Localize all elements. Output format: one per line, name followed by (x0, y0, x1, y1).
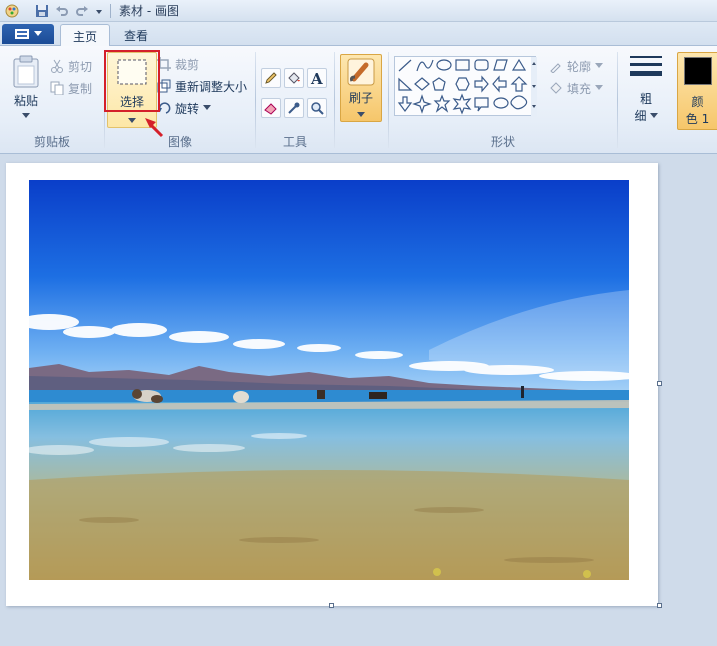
clipboard-group-label: 剪贴板 (33, 135, 70, 149)
group-separator (334, 52, 335, 148)
color1-label-line2: 色 1 (685, 112, 710, 126)
crop-button[interactable]: 裁剪 (157, 54, 199, 74)
tab-view[interactable]: 查看 (112, 24, 160, 46)
color1-label-line1: 颜 (691, 95, 704, 109)
rotate-label: 旋转 (175, 101, 200, 116)
color1-button[interactable]: 颜 色 1 (677, 52, 717, 130)
undo-icon[interactable] (54, 3, 70, 19)
cut-button[interactable]: 剪切 (50, 56, 92, 76)
resize-handle-corner[interactable] (657, 603, 662, 608)
copy-label: 复制 (68, 81, 93, 96)
chevron-down-icon (34, 31, 42, 36)
image-group-label: 图像 (167, 135, 192, 149)
title-bar: 素材 - 画图 (0, 0, 717, 22)
chevron-down-icon (595, 85, 604, 90)
tab-home-label: 主页 (73, 29, 98, 44)
paint-menu-button[interactable] (2, 24, 54, 44)
color1-swatch (683, 57, 712, 85)
size-label-line1: 粗 (639, 92, 652, 106)
paint-app-icon[interactable] (4, 3, 20, 19)
save-icon[interactable] (34, 3, 50, 19)
pencil-icon[interactable] (261, 68, 281, 88)
tools-group: A 工具 (256, 48, 334, 152)
resize-handle-right[interactable] (657, 381, 662, 386)
clipboard-icon (13, 55, 39, 88)
customize-qat-icon[interactable] (94, 3, 104, 19)
chevron-down-icon (357, 112, 365, 117)
fill-bucket-icon (550, 82, 562, 94)
chevron-down-icon (649, 112, 658, 118)
canvas-paper[interactable] (6, 163, 658, 606)
size-button[interactable]: 粗 细 (624, 54, 668, 124)
ribbon-tab-row: 主页 查看 (0, 22, 717, 47)
resize-handle-bottom[interactable] (329, 603, 334, 608)
fill-label: 填充 (567, 81, 592, 96)
tab-view-label: 查看 (124, 28, 149, 43)
chevron-down-icon (595, 63, 604, 68)
size-label-line2: 细 (634, 109, 647, 123)
shapes-group-label: 形状 (490, 135, 515, 149)
chevron-down-icon (128, 118, 136, 123)
outline-icon (550, 63, 561, 73)
copy-icon (50, 81, 64, 95)
shapes-gallery[interactable] (394, 56, 537, 117)
brushes-label: 刷子 (348, 91, 373, 105)
tools-group-label: 工具 (282, 135, 307, 149)
fill-button[interactable]: 填充 (549, 78, 604, 98)
outline-label: 轮廓 (567, 59, 592, 74)
tab-home[interactable]: 主页 (60, 24, 111, 47)
lake-landscape-photo (29, 180, 629, 580)
magnifier-icon[interactable] (307, 98, 327, 118)
cut-label: 剪切 (68, 59, 93, 74)
resize-label: 重新调整大小 (175, 79, 248, 94)
outline-button[interactable]: 轮廓 (549, 56, 604, 76)
shapes-gallery-icons (397, 57, 537, 117)
scissors-icon (51, 59, 63, 73)
svg-text:A: A (310, 71, 323, 85)
brushes-button[interactable]: 刷子 (340, 54, 382, 122)
brush-icon (347, 58, 375, 86)
paste-label: 粘贴 (13, 94, 38, 108)
shapes-group: 轮廓 填充 形状 (389, 48, 617, 152)
eraser-icon[interactable] (261, 98, 281, 118)
paste-button[interactable]: 粘贴 (6, 54, 46, 119)
chevron-down-icon (22, 113, 30, 118)
crop-label: 裁剪 (175, 57, 200, 72)
canvas-workspace (0, 155, 717, 646)
group-separator (617, 52, 618, 148)
resize-button[interactable]: 重新调整大小 (157, 76, 247, 96)
window-title: 素材 - 画图 (119, 4, 179, 18)
annotation-arrow-icon (145, 118, 164, 138)
redo-icon[interactable] (74, 3, 90, 19)
paint-menu-icon (15, 29, 29, 39)
title-separator (110, 3, 111, 18)
color-picker-icon[interactable] (284, 98, 304, 118)
copy-button[interactable]: 复制 (50, 78, 92, 98)
fill-icon[interactable] (284, 68, 304, 88)
line-thickness-icon (630, 56, 662, 76)
select-highlight-box (104, 50, 160, 112)
clipboard-group: 粘贴 剪切 复制 剪贴板 (0, 48, 104, 152)
text-icon[interactable]: A (307, 68, 327, 88)
chevron-down-icon (203, 105, 212, 110)
